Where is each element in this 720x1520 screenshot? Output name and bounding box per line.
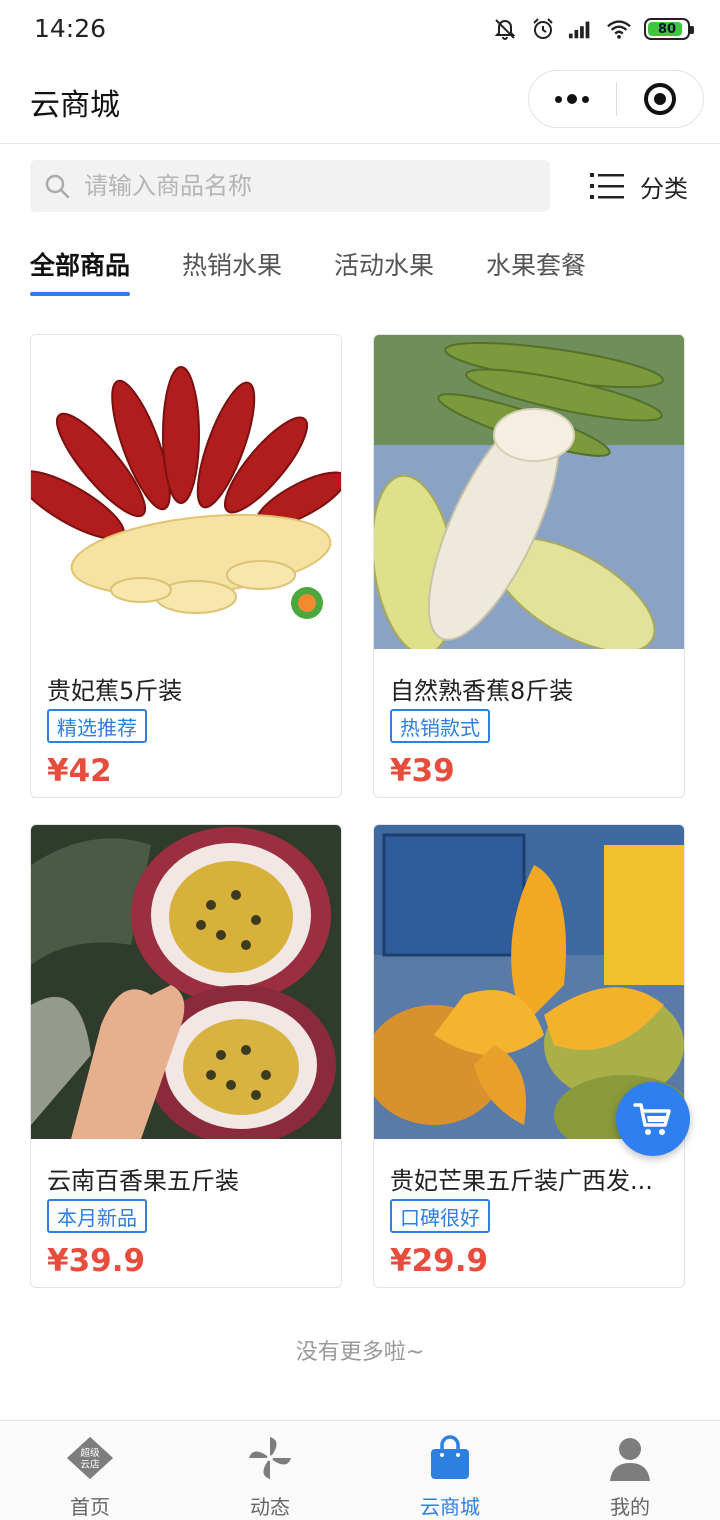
cart-icon xyxy=(633,1103,671,1135)
target-icon xyxy=(643,83,676,115)
product-name: 贵妃芒果五斤装广西发... xyxy=(390,1167,653,1195)
tab-hot-fruits[interactable]: 热销水果 xyxy=(182,246,282,296)
bottom-tab-bar: 超级 云店 首页 动态 云商城 我的 xyxy=(0,1420,720,1520)
tab-fruit-bundles[interactable]: 水果套餐 xyxy=(486,246,586,296)
signal-icon xyxy=(568,16,594,42)
tabbar-item-profile[interactable]: 我的 xyxy=(540,1421,720,1520)
product-price: ¥29.9 xyxy=(390,1243,489,1279)
tab-promo-fruits[interactable]: 活动水果 xyxy=(334,246,434,296)
category-label: 分类 xyxy=(640,174,688,203)
pinwheel-icon xyxy=(245,1433,295,1483)
status-icons: 80 xyxy=(492,16,694,42)
product-name: 贵妃蕉5斤装 xyxy=(47,677,183,705)
product-price: ¥39.9 xyxy=(47,1243,146,1279)
tabbar-item-feed[interactable]: 动态 xyxy=(180,1421,360,1520)
product-card[interactable]: 贵妃蕉5斤装 精选推荐 ¥42 xyxy=(30,334,342,798)
wifi-icon xyxy=(606,16,632,42)
category-tabs: 全部商品 热销水果 活动水果 水果套餐 xyxy=(30,246,638,296)
product-image-banana xyxy=(374,335,684,649)
search-box[interactable] xyxy=(30,160,550,212)
category-button[interactable]: 分类 xyxy=(590,166,688,206)
product-tag: 口碑很好 xyxy=(390,1199,490,1233)
tabbar-item-home[interactable]: 超级 云店 首页 xyxy=(0,1421,180,1520)
page-title: 云商城 xyxy=(30,88,120,123)
product-tag: 精选推荐 xyxy=(47,709,147,743)
close-miniprogram-button[interactable] xyxy=(617,71,704,127)
svg-text:超级: 超级 xyxy=(80,1447,100,1459)
product-image-red-banana xyxy=(31,335,341,649)
tab-all-products[interactable]: 全部商品 xyxy=(30,246,131,296)
miniprogram-capsule xyxy=(528,70,704,128)
tabbar-label: 动态 xyxy=(250,1495,290,1519)
svg-text:云店: 云店 xyxy=(80,1459,100,1471)
product-card[interactable]: 贵妃芒果五斤装广西发... 口碑很好 ¥29.9 xyxy=(373,824,685,1288)
alarm-icon xyxy=(530,16,556,42)
battery-level: 80 xyxy=(657,21,677,37)
product-tag: 本月新品 xyxy=(47,1199,147,1233)
cart-button[interactable] xyxy=(616,1082,690,1156)
more-menu-button[interactable] xyxy=(529,71,616,127)
tabbar-label: 首页 xyxy=(70,1495,110,1519)
tabbar-item-mall[interactable]: 云商城 xyxy=(360,1421,540,1520)
search-input[interactable] xyxy=(84,172,504,200)
no-more-text: 没有更多啦~ xyxy=(295,1340,425,1365)
tabbar-label: 我的 xyxy=(610,1495,650,1519)
status-time: 14:26 xyxy=(34,14,107,43)
product-tag: 热销款式 xyxy=(390,709,490,743)
tabbar-label: 云商城 xyxy=(420,1495,480,1519)
shopping-bag-icon xyxy=(425,1433,475,1483)
battery-icon: 80 xyxy=(644,18,694,40)
status-bar: 14:26 80 xyxy=(0,0,720,60)
mute-bell-icon xyxy=(492,16,518,42)
home-store-icon: 超级 云店 xyxy=(65,1433,115,1483)
user-icon xyxy=(605,1433,655,1483)
search-icon xyxy=(45,174,70,199)
product-card[interactable]: 自然熟香蕉8斤装 热销款式 ¥39 xyxy=(373,334,685,798)
product-name: 自然熟香蕉8斤装 xyxy=(390,677,574,705)
product-name: 云南百香果五斤装 xyxy=(47,1167,239,1195)
list-menu-icon xyxy=(590,173,624,199)
nav-bar: 云商城 xyxy=(0,60,720,144)
product-image-passion-fruit xyxy=(31,825,341,1139)
product-price: ¥39 xyxy=(390,753,455,789)
product-price: ¥42 xyxy=(47,753,112,789)
product-card[interactable]: 云南百香果五斤装 本月新品 ¥39.9 xyxy=(30,824,342,1288)
